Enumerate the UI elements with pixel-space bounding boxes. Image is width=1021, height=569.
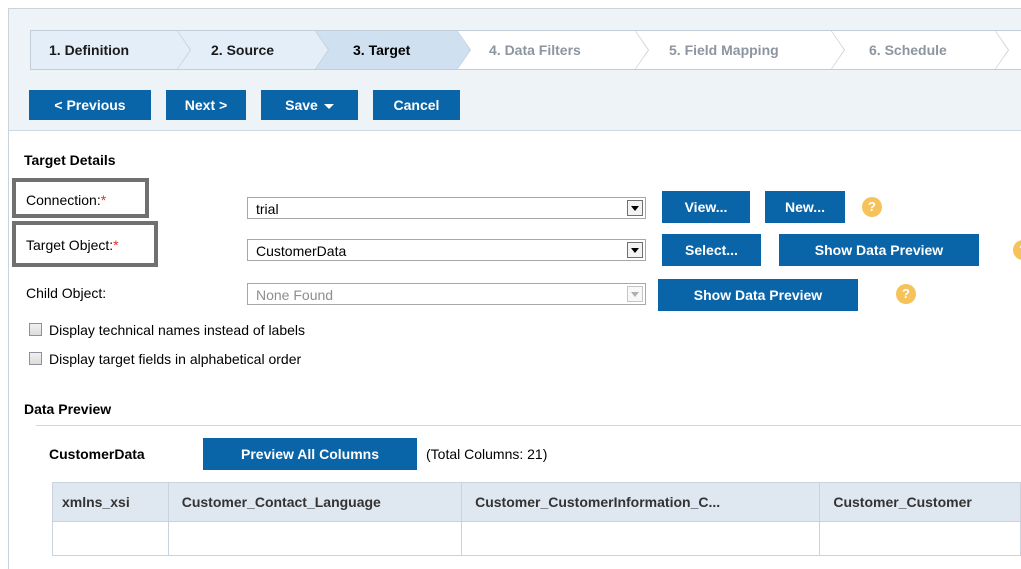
wizard-header bbox=[9, 9, 1021, 131]
preview-object-name: CustomerData bbox=[49, 446, 145, 462]
wizard-step-label: 2. Source bbox=[211, 42, 275, 58]
table-cell bbox=[461, 521, 821, 556]
connection-label: Connection:* bbox=[26, 192, 106, 208]
technical-names-label: Display technical names instead of label… bbox=[49, 322, 306, 338]
column-header[interactable]: xmlns_xsi bbox=[52, 482, 169, 522]
help-icon[interactable]: ? bbox=[862, 197, 882, 217]
data-preview-table: xmlns_xsi Customer_Contact_Language Cust… bbox=[52, 482, 1021, 556]
table-cell bbox=[167, 521, 463, 556]
next-button[interactable]: Next > bbox=[166, 90, 246, 120]
column-header-label: Customer_Contact_Language bbox=[181, 494, 381, 510]
wizard-step-target[interactable]: 3. Target bbox=[315, 30, 471, 70]
chevron-down-icon[interactable] bbox=[627, 242, 643, 258]
table-header-row: xmlns_xsi Customer_Contact_Language Cust… bbox=[52, 482, 1021, 522]
column-header-label: xmlns_xsi bbox=[62, 494, 130, 510]
child-show-data-preview-button[interactable]: Show Data Preview bbox=[658, 279, 858, 311]
column-header-label: Customer_Customer bbox=[833, 494, 972, 510]
wizard-step-field-mapping[interactable]: 5. Field Mapping bbox=[635, 30, 845, 70]
divider bbox=[36, 425, 1021, 426]
target-details-title: Target Details bbox=[24, 152, 116, 168]
target-object-label-text: Target Object: bbox=[26, 237, 114, 253]
target-object-select[interactable]: CustomerData bbox=[247, 239, 646, 261]
column-header-label: Customer_CustomerInformation_C... bbox=[475, 494, 721, 510]
child-object-label: Child Object: bbox=[26, 285, 107, 301]
connection-select[interactable]: trial bbox=[247, 197, 646, 219]
wizard-step-data-filters[interactable]: 4. Data Filters bbox=[457, 30, 649, 70]
column-header[interactable]: Customer_Customer bbox=[819, 482, 1021, 522]
connection-value: trial bbox=[256, 201, 279, 217]
preview-all-columns-button[interactable]: Preview All Columns bbox=[203, 438, 417, 470]
wizard-step-schedule[interactable]: 6. Schedule bbox=[831, 30, 1009, 70]
column-header[interactable]: Customer_CustomerInformation_C... bbox=[461, 482, 821, 522]
help-icon[interactable]: ? bbox=[896, 284, 916, 304]
wizard-step-label: 3. Target bbox=[353, 42, 411, 58]
target-object-value: CustomerData bbox=[256, 243, 347, 259]
new-connection-button[interactable]: New... bbox=[765, 191, 845, 223]
technical-names-checkbox[interactable] bbox=[29, 323, 42, 336]
child-object-select: None Found bbox=[247, 283, 646, 305]
wizard-step-definition[interactable]: 1. Definition bbox=[31, 30, 191, 70]
save-button-label: Save bbox=[285, 97, 318, 113]
required-marker: * bbox=[100, 192, 107, 208]
wizard-step-label: 5. Field Mapping bbox=[669, 42, 779, 58]
target-object-label: Target Object:* bbox=[26, 237, 119, 253]
child-object-value: None Found bbox=[256, 287, 334, 303]
wizard-steps: 1. Definition 2. Source 3. Target 4. Dat… bbox=[30, 30, 1021, 70]
alphabetical-order-label: Display target fields in alphabetical or… bbox=[49, 351, 302, 367]
cancel-button[interactable]: Cancel bbox=[373, 90, 460, 120]
previous-button[interactable]: < Previous bbox=[29, 90, 151, 120]
total-columns-text: (Total Columns: 21) bbox=[426, 446, 548, 462]
column-header[interactable]: Customer_Contact_Language bbox=[167, 482, 463, 522]
chevron-down-icon bbox=[627, 286, 643, 302]
wizard-step-label: 4. Data Filters bbox=[489, 42, 581, 58]
select-target-object-button[interactable]: Select... bbox=[662, 234, 761, 266]
data-preview-title: Data Preview bbox=[24, 401, 112, 417]
required-marker: * bbox=[113, 237, 119, 253]
save-button[interactable]: Save bbox=[261, 90, 358, 120]
chevron-down-icon[interactable] bbox=[627, 200, 643, 216]
show-data-preview-button[interactable]: Show Data Preview bbox=[779, 234, 979, 266]
table-cell bbox=[52, 521, 169, 556]
caret-down-icon bbox=[323, 103, 334, 109]
connection-label-text: Connection: bbox=[26, 192, 101, 208]
wizard-step-label: 6. Schedule bbox=[869, 42, 947, 58]
alphabetical-order-checkbox[interactable] bbox=[29, 352, 42, 365]
table-cell bbox=[819, 521, 1021, 556]
wizard-step-label: 1. Definition bbox=[49, 42, 130, 58]
table-row bbox=[52, 521, 1021, 556]
view-connection-button[interactable]: View... bbox=[662, 191, 750, 223]
wizard-step-source[interactable]: 2. Source bbox=[177, 30, 329, 70]
